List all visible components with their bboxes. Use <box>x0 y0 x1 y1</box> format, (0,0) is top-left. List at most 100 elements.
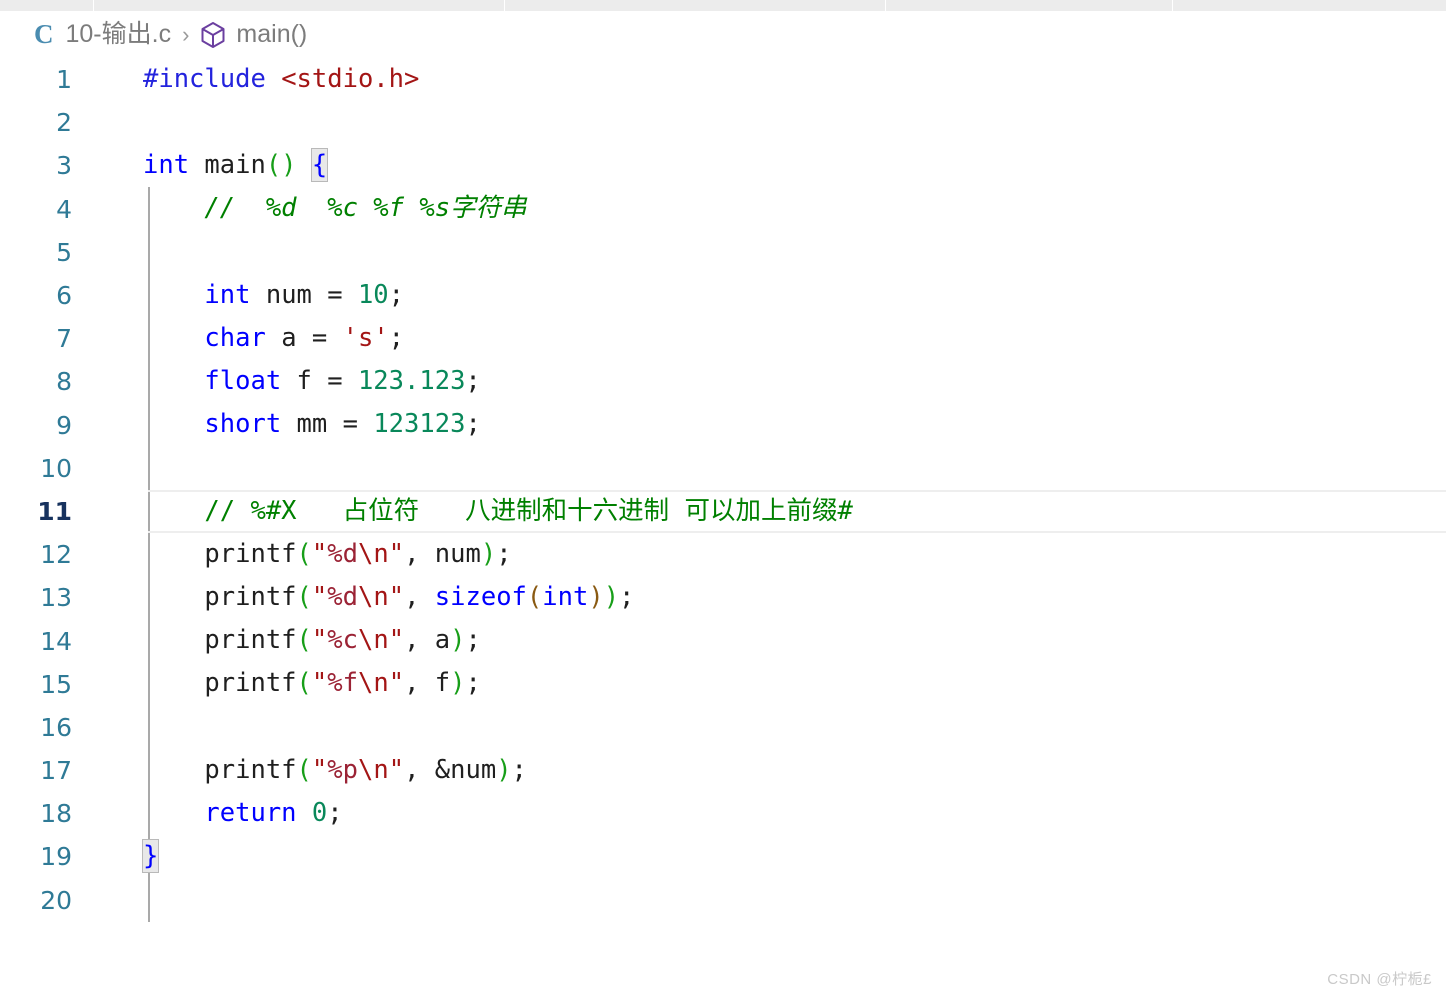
token-open-brace: { <box>310 148 329 183</box>
token-keyword-int: int <box>542 582 589 613</box>
line-content[interactable]: printf("%d\n", sizeof(int)); <box>90 582 1446 613</box>
token-quote: " <box>388 582 405 613</box>
token-preprocessor: #include <box>143 63 266 94</box>
code-line[interactable]: 20 <box>0 879 1446 922</box>
line-content[interactable]: printf("%f\n", f); <box>90 671 1446 697</box>
token-quote: " <box>311 754 328 785</box>
breadcrumb-symbol-name[interactable]: main() <box>236 22 307 47</box>
token-close-paren: ) <box>450 625 466 656</box>
token-include-path: <stdio.h> <box>281 63 420 94</box>
token-close-paren: ) <box>480 538 497 569</box>
token-argument: , &num <box>404 754 497 785</box>
line-content[interactable]: // %d %c %f %s字符串 <box>90 196 1446 222</box>
breadcrumb-file-name[interactable]: 10-输出.c <box>66 22 172 47</box>
token-keyword: int <box>143 150 190 181</box>
token-number: 0 <box>311 798 328 829</box>
token-semicolon: ; <box>327 798 343 829</box>
chevron-right-icon: › <box>182 21 190 47</box>
line-number: 10 <box>40 453 72 483</box>
token-number: 123.123 <box>357 366 466 397</box>
token-format-spec: %d <box>327 582 358 613</box>
line-content[interactable]: char a = 's'; <box>90 322 1446 353</box>
code-line[interactable]: 3 int main() { <box>0 144 1446 187</box>
code-line[interactable]: 13 printf("%d\n", sizeof(int)); <box>0 576 1446 619</box>
line-number: 17 <box>40 756 72 786</box>
line-number: 2 <box>56 108 72 138</box>
token-escape: \n <box>357 582 389 613</box>
tab-divider <box>1172 0 1173 11</box>
token-close-paren: ) <box>496 754 512 785</box>
code-line[interactable]: 6 int num = 10; <box>0 274 1446 317</box>
editor-tab-strip[interactable] <box>0 0 1446 11</box>
code-line[interactable]: 1 #include <stdio.h> <box>0 58 1446 101</box>
token-keyword: int <box>204 279 251 310</box>
code-line[interactable]: 14 printf("%c\n", a); <box>0 619 1446 662</box>
code-line[interactable]: 2 <box>0 101 1446 144</box>
code-line[interactable]: 18 return 0; <box>0 792 1446 835</box>
line-content[interactable]: #include <stdio.h> <box>90 63 1446 94</box>
line-number: 9 <box>56 410 72 440</box>
token-keyword: float <box>204 366 282 397</box>
token-function-call: printf <box>204 582 297 613</box>
token-semicolon: ; <box>388 279 405 310</box>
line-content[interactable]: int num = 10; <box>90 279 1446 310</box>
line-content[interactable]: } <box>90 839 1446 874</box>
line-number: 8 <box>56 367 72 397</box>
code-line[interactable]: 17 printf("%p\n", &num); <box>0 749 1446 792</box>
token-inner-close-paren: ) <box>588 582 604 613</box>
code-line[interactable]: 9 short mm = 123123; <box>0 404 1446 447</box>
code-line[interactable]: 19 } <box>0 835 1446 878</box>
token-function-call: printf <box>204 668 297 699</box>
line-number: 13 <box>40 583 72 613</box>
token-function-call: printf <box>204 625 297 656</box>
code-line-active[interactable]: 11 // %#X 占位符 八进制和十六进制 可以加上前缀# <box>0 489 1446 534</box>
line-content[interactable]: printf("%c\n", a); <box>90 628 1446 654</box>
line-content[interactable]: int main() { <box>90 148 1446 183</box>
token-open-paren: ( <box>296 625 312 656</box>
code-line[interactable]: 15 printf("%f\n", f); <box>0 663 1446 706</box>
token-comma: , <box>404 582 435 613</box>
token-semicolon: ; <box>465 409 481 440</box>
token-keyword: char <box>204 322 266 353</box>
code-line[interactable]: 5 <box>0 231 1446 274</box>
code-line[interactable]: 4 // %d %c %f %s字符串 <box>0 188 1446 231</box>
token-escape: \n <box>357 668 389 699</box>
token-quote: " <box>388 625 405 656</box>
line-content[interactable]: float f = 123.123; <box>90 366 1446 397</box>
c-file-icon: C <box>34 19 54 49</box>
token-argument: , f <box>404 668 451 699</box>
token-escape: \n <box>357 754 389 785</box>
line-content[interactable]: short mm = 123123; <box>90 412 1446 438</box>
token-semicolon: ; <box>388 322 405 353</box>
code-line[interactable]: 8 float f = 123.123; <box>0 360 1446 403</box>
code-line[interactable]: 12 printf("%d\n", num); <box>0 533 1446 576</box>
token-function-name: main <box>189 150 266 181</box>
token-semicolon: ; <box>496 538 512 569</box>
code-line[interactable]: 16 <box>0 706 1446 749</box>
line-content[interactable]: printf("%p\n", &num); <box>90 754 1446 785</box>
code-line[interactable]: 7 char a = 's'; <box>0 317 1446 360</box>
token-format-spec: %p <box>327 754 358 785</box>
token-identifier: num = <box>250 279 358 310</box>
line-number: 19 <box>40 842 72 872</box>
line-number: 15 <box>40 669 72 699</box>
token-function-call: printf <box>204 754 297 785</box>
token-semicolon: ; <box>465 668 481 699</box>
line-content[interactable]: return 0; <box>90 798 1446 829</box>
line-content[interactable]: printf("%d\n", num); <box>90 538 1446 569</box>
line-number: 18 <box>40 799 72 829</box>
token-quote: " <box>311 582 328 613</box>
token-comment: // %d %c %f %s字符串 <box>204 193 527 224</box>
token-number: 123123 <box>373 409 466 440</box>
code-line[interactable]: 10 <box>0 447 1446 490</box>
code-editor[interactable]: 1 #include <stdio.h> 2 3 int main() { 4 … <box>0 58 1446 996</box>
line-number: 7 <box>56 324 72 354</box>
token-function-call: printf <box>204 538 297 569</box>
line-number: 20 <box>40 885 72 915</box>
token-escape: \n <box>357 625 389 656</box>
line-content[interactable]: // %#X 占位符 八进制和十六进制 可以加上前缀# <box>90 498 1446 525</box>
token-keyword: short <box>204 409 282 440</box>
token-semicolon: ; <box>511 754 527 785</box>
token-keyword-sizeof: sizeof <box>434 582 527 613</box>
